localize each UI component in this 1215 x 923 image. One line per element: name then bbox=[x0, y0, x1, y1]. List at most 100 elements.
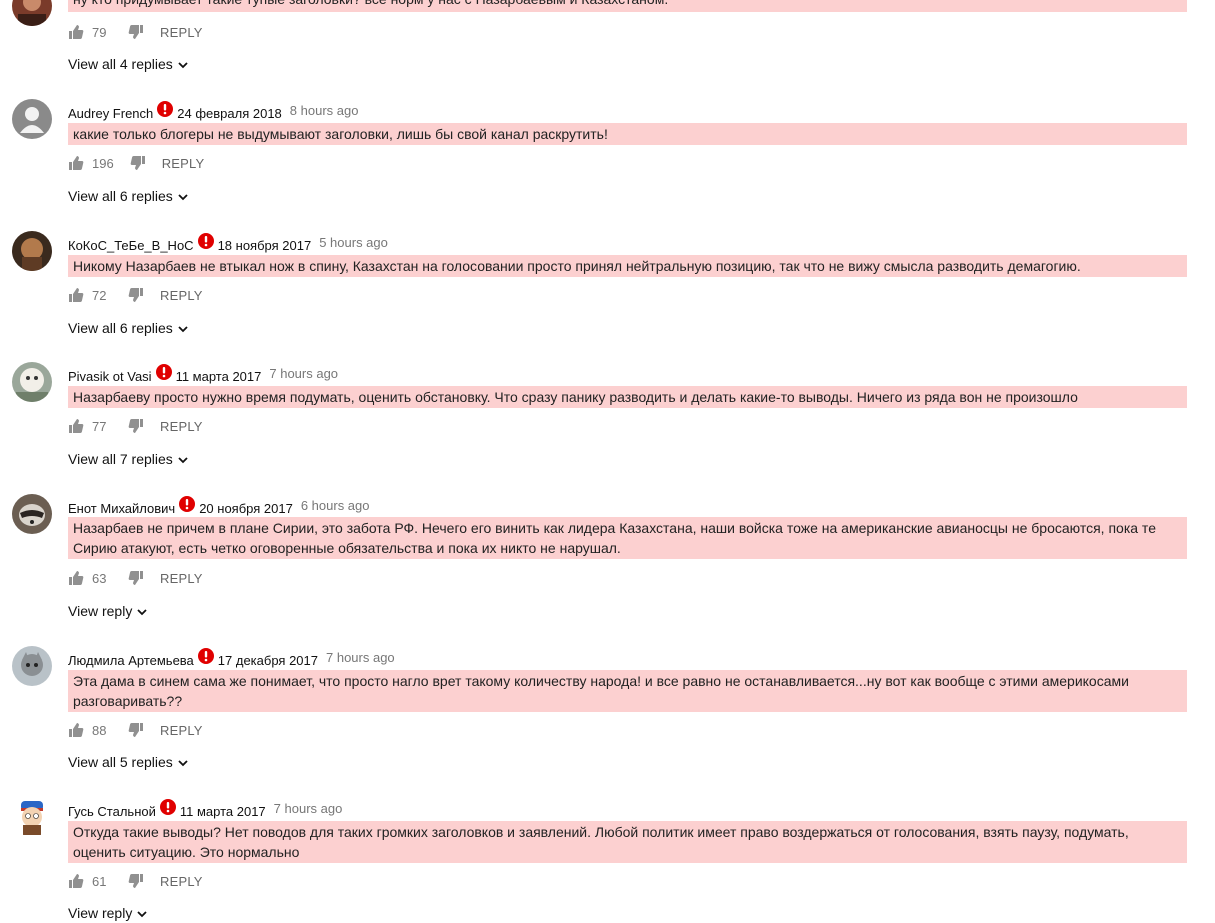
like-count: 79 bbox=[92, 24, 107, 40]
thumbs-up-icon[interactable] bbox=[68, 155, 84, 171]
thumbs-up-icon[interactable] bbox=[68, 24, 84, 40]
avatar[interactable] bbox=[12, 646, 52, 686]
avatar[interactable] bbox=[12, 231, 52, 271]
view-replies-button[interactable]: View reply bbox=[68, 903, 148, 923]
comment-date: 24 февраля 2018 bbox=[177, 105, 282, 121]
avatar[interactable] bbox=[12, 0, 52, 26]
view-replies-button[interactable]: View all 7 replies bbox=[68, 449, 189, 469]
comment-actions: 88 REPLY bbox=[68, 720, 203, 740]
view-replies-label: View reply bbox=[68, 603, 133, 619]
comment-header: Pivasik ot Vasi 11 марта 2017 7 hours ag… bbox=[68, 364, 338, 386]
view-replies-label: View all 6 replies bbox=[68, 188, 173, 204]
view-replies-button[interactable]: View all 6 replies bbox=[68, 186, 189, 206]
comment-date: 11 марта 2017 bbox=[175, 368, 262, 384]
comment-date: 17 декабря 2017 bbox=[217, 652, 318, 668]
comment-text: Назарбаев не причем в плане Сирии, это з… bbox=[68, 517, 1187, 559]
author-name[interactable]: Pivasik ot Vasi bbox=[68, 369, 152, 384]
exclamation-icon bbox=[197, 648, 214, 664]
avatar[interactable] bbox=[12, 797, 52, 837]
comment-text: ну кто придумывает такие тупые заголовки… bbox=[68, 0, 1187, 12]
comment-header: Людмила Артемьева 17 декабря 2017 7 hour… bbox=[68, 648, 395, 670]
like-count: 196 bbox=[92, 155, 114, 171]
comment-timestamp[interactable]: 7 hours ago bbox=[326, 650, 395, 665]
reply-button[interactable]: REPLY bbox=[160, 25, 203, 40]
view-replies-label: View all 6 replies bbox=[68, 320, 173, 336]
reply-button[interactable]: REPLY bbox=[162, 156, 205, 171]
comment-date: 18 ноября 2017 bbox=[217, 237, 312, 253]
thumbs-up-icon[interactable] bbox=[68, 287, 84, 303]
comment-header: Гусь Стальной 11 марта 2017 7 hours ago bbox=[68, 799, 343, 821]
like-count: 77 bbox=[92, 418, 107, 434]
comment-timestamp[interactable]: 7 hours ago bbox=[269, 366, 338, 381]
comment-actions: 72 REPLY bbox=[68, 285, 203, 305]
thumbs-down-icon[interactable] bbox=[128, 722, 144, 738]
comment-text: Эта дама в синем сама же понимает, что п… bbox=[68, 670, 1187, 712]
view-replies-button[interactable]: View all 5 replies bbox=[68, 752, 189, 772]
exclamation-icon bbox=[179, 496, 196, 512]
exclamation-icon bbox=[155, 364, 172, 380]
author-name[interactable]: КоКоС_ТеБе_В_НоС bbox=[68, 238, 194, 253]
comment-timestamp[interactable]: 6 hours ago bbox=[301, 498, 370, 513]
comment-text: какие только блогеры не выдумывают загол… bbox=[68, 123, 1187, 145]
thumbs-up-icon[interactable] bbox=[68, 570, 84, 586]
thumbs-down-icon[interactable] bbox=[128, 418, 144, 434]
view-replies-label: View all 5 replies bbox=[68, 754, 173, 770]
like-count: 72 bbox=[92, 287, 107, 303]
thumbs-down-icon[interactable] bbox=[128, 873, 144, 889]
thumbs-down-icon[interactable] bbox=[128, 287, 144, 303]
comment-date: 11 марта 2017 bbox=[179, 803, 266, 819]
chevron-down-icon bbox=[177, 323, 189, 335]
chevron-down-icon bbox=[136, 606, 148, 618]
chevron-down-icon bbox=[177, 59, 189, 71]
reply-button[interactable]: REPLY bbox=[160, 571, 203, 586]
chevron-down-icon bbox=[177, 757, 189, 769]
chevron-down-icon bbox=[177, 191, 189, 203]
like-count: 61 bbox=[92, 873, 107, 889]
author-name[interactable]: Енот Михайлович bbox=[68, 501, 175, 516]
comment-header: Енот Михайлович 20 ноября 2017 6 hours a… bbox=[68, 496, 370, 518]
thumbs-down-icon[interactable] bbox=[130, 155, 146, 171]
comment-timestamp[interactable]: 8 hours ago bbox=[290, 103, 359, 118]
reply-button[interactable]: REPLY bbox=[160, 288, 203, 303]
thumbs-up-icon[interactable] bbox=[68, 722, 84, 738]
comment-header: КоКоС_ТеБе_В_НоС 18 ноября 2017 5 hours … bbox=[68, 233, 388, 255]
comment-actions: 77 REPLY bbox=[68, 416, 203, 436]
comment-header: Audrey French 24 февраля 2018 8 hours ag… bbox=[68, 101, 359, 123]
view-replies-label: View all 7 replies bbox=[68, 451, 173, 467]
thumbs-down-icon[interactable] bbox=[128, 570, 144, 586]
view-replies-button[interactable]: View all 6 replies bbox=[68, 318, 189, 338]
chevron-down-icon bbox=[136, 908, 148, 920]
chevron-down-icon bbox=[177, 454, 189, 466]
comment-timestamp[interactable]: 7 hours ago bbox=[274, 801, 343, 816]
reply-button[interactable]: REPLY bbox=[160, 874, 203, 889]
thumbs-up-icon[interactable] bbox=[68, 418, 84, 434]
comment-actions: 79 REPLY bbox=[68, 22, 203, 42]
comment-timestamp[interactable]: 5 hours ago bbox=[319, 235, 388, 250]
reply-button[interactable]: REPLY bbox=[160, 723, 203, 738]
thumbs-down-icon[interactable] bbox=[128, 24, 144, 40]
exclamation-icon bbox=[197, 233, 214, 249]
view-replies-label: View reply bbox=[68, 905, 133, 921]
reply-button[interactable]: REPLY bbox=[160, 419, 203, 434]
comment-text: Назарбаеву просто нужно время подумать, … bbox=[68, 386, 1187, 408]
view-replies-button[interactable]: View reply bbox=[68, 601, 148, 621]
comment-actions: 196 REPLY bbox=[68, 153, 204, 173]
comment-actions: 63 REPLY bbox=[68, 568, 203, 588]
view-replies-button[interactable]: View all 4 replies bbox=[68, 54, 189, 74]
comment-actions: 61 REPLY bbox=[68, 871, 203, 891]
view-replies-label: View all 4 replies bbox=[68, 56, 173, 72]
comment-text: Никому Назарбаев не втыкал нож в спину, … bbox=[68, 255, 1187, 277]
avatar[interactable] bbox=[12, 362, 52, 402]
author-name[interactable]: Людмила Артемьева bbox=[68, 653, 194, 668]
exclamation-icon bbox=[159, 799, 176, 815]
thumbs-up-icon[interactable] bbox=[68, 873, 84, 889]
author-name[interactable]: Audrey French bbox=[68, 106, 153, 121]
author-name[interactable]: Гусь Стальной bbox=[68, 804, 156, 819]
exclamation-icon bbox=[157, 101, 174, 117]
avatar[interactable] bbox=[12, 99, 52, 139]
comment-text: Откуда такие выводы? Нет поводов для так… bbox=[68, 821, 1187, 863]
avatar[interactable] bbox=[12, 494, 52, 534]
like-count: 88 bbox=[92, 722, 107, 738]
comment-date: 20 ноября 2017 bbox=[199, 500, 293, 516]
like-count: 63 bbox=[92, 570, 107, 586]
